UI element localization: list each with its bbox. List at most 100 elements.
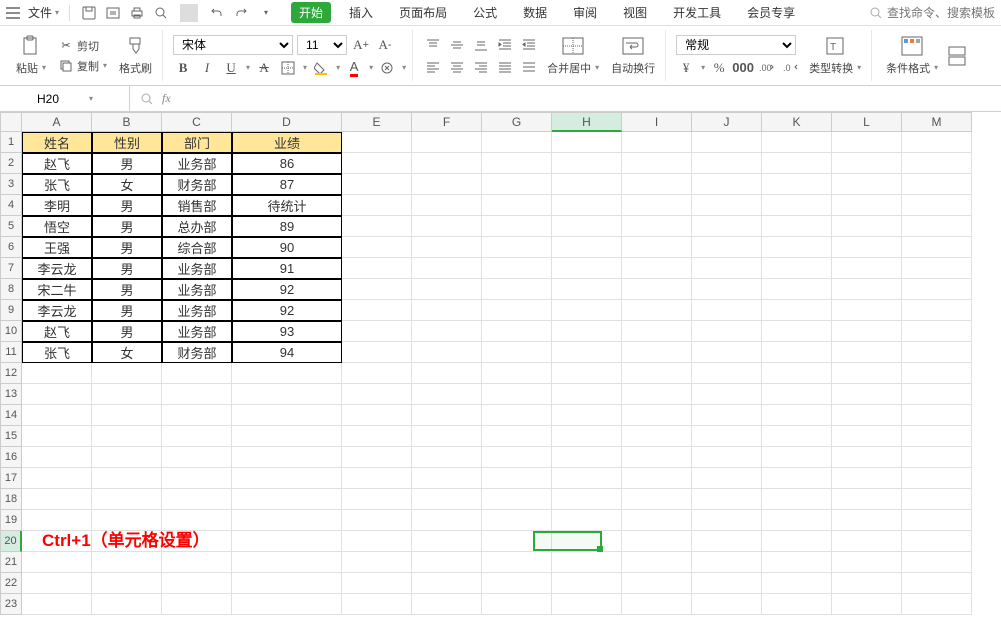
format-painter-button[interactable]: 格式刷 — [115, 59, 156, 77]
cell[interactable] — [622, 405, 692, 426]
cell[interactable] — [162, 468, 232, 489]
row-header[interactable]: 1 — [0, 132, 22, 153]
cell[interactable] — [692, 216, 762, 237]
font-color-button[interactable]: A — [344, 59, 364, 77]
cell[interactable] — [552, 258, 622, 279]
cell[interactable] — [692, 405, 762, 426]
cell[interactable] — [412, 447, 482, 468]
col-header-A[interactable]: A — [22, 112, 92, 132]
cell[interactable] — [552, 153, 622, 174]
cell[interactable] — [832, 447, 902, 468]
cell[interactable] — [412, 258, 482, 279]
cell[interactable] — [692, 552, 762, 573]
cell[interactable] — [762, 195, 832, 216]
cell[interactable] — [622, 258, 692, 279]
underline-button[interactable]: U — [221, 59, 241, 77]
cell[interactable] — [832, 258, 902, 279]
cell[interactable] — [412, 300, 482, 321]
tab-data[interactable]: 数据 — [515, 2, 555, 23]
cell[interactable]: 悟空 — [22, 216, 92, 237]
cell[interactable] — [232, 594, 342, 615]
cell-styles-icon[interactable] — [946, 45, 968, 67]
cell[interactable] — [552, 489, 622, 510]
tab-dev-tools[interactable]: 开发工具 — [665, 2, 729, 23]
cell[interactable] — [762, 342, 832, 363]
cell[interactable] — [622, 300, 692, 321]
cell[interactable] — [902, 342, 972, 363]
cell[interactable] — [692, 321, 762, 342]
row-header[interactable]: 14 — [0, 405, 22, 426]
cell[interactable] — [552, 468, 622, 489]
cell[interactable] — [692, 594, 762, 615]
col-header-I[interactable]: I — [622, 112, 692, 132]
cell[interactable] — [902, 405, 972, 426]
cell[interactable] — [902, 363, 972, 384]
cell[interactable] — [552, 552, 622, 573]
cell[interactable] — [622, 384, 692, 405]
row-header[interactable]: 13 — [0, 384, 22, 405]
cell[interactable] — [552, 195, 622, 216]
cell[interactable]: 90 — [232, 237, 342, 258]
row-header[interactable]: 5 — [0, 216, 22, 237]
cell[interactable] — [902, 153, 972, 174]
align-right-icon[interactable] — [471, 58, 491, 76]
cell[interactable] — [342, 195, 412, 216]
cell[interactable] — [762, 132, 832, 153]
cell[interactable]: 财务部 — [162, 174, 232, 195]
cell[interactable] — [692, 342, 762, 363]
cell[interactable]: 男 — [92, 216, 162, 237]
cell[interactable]: 男 — [92, 279, 162, 300]
cell[interactable] — [622, 531, 692, 552]
comma-icon[interactable]: 000 — [733, 59, 753, 77]
cell[interactable]: 待统计 — [232, 195, 342, 216]
cell[interactable] — [622, 447, 692, 468]
tab-insert[interactable]: 插入 — [341, 2, 381, 23]
row-header[interactable]: 8 — [0, 279, 22, 300]
row-header[interactable]: 22 — [0, 573, 22, 594]
align-top-icon[interactable] — [423, 36, 443, 54]
cell[interactable] — [622, 594, 692, 615]
cell[interactable] — [342, 489, 412, 510]
cell[interactable] — [92, 447, 162, 468]
cell[interactable] — [342, 531, 412, 552]
cell[interactable] — [412, 153, 482, 174]
cell[interactable] — [622, 552, 692, 573]
col-header-M[interactable]: M — [902, 112, 972, 132]
cell[interactable] — [412, 426, 482, 447]
copy-button[interactable]: 复制▾ — [54, 57, 111, 75]
cell[interactable] — [692, 153, 762, 174]
cell[interactable]: 女 — [92, 342, 162, 363]
hamburger-icon[interactable] — [4, 4, 22, 22]
tab-member[interactable]: 会员专享 — [739, 2, 803, 23]
row-header[interactable]: 21 — [0, 552, 22, 573]
cell[interactable] — [762, 573, 832, 594]
cell[interactable] — [482, 531, 552, 552]
cell[interactable] — [832, 384, 902, 405]
increase-decimal-icon[interactable]: .00 — [757, 59, 777, 77]
font-size-select[interactable]: 11 — [297, 35, 347, 55]
cell[interactable] — [622, 468, 692, 489]
cell[interactable] — [342, 279, 412, 300]
cell[interactable] — [412, 132, 482, 153]
name-box-input[interactable] — [8, 92, 88, 106]
cell[interactable] — [92, 405, 162, 426]
cell[interactable] — [902, 531, 972, 552]
bold-button[interactable]: B — [173, 59, 193, 77]
cell[interactable] — [22, 573, 92, 594]
cell[interactable] — [832, 531, 902, 552]
cell[interactable] — [162, 573, 232, 594]
cell[interactable] — [762, 468, 832, 489]
cell[interactable] — [232, 363, 342, 384]
cell[interactable]: 女 — [92, 174, 162, 195]
cell[interactable] — [552, 300, 622, 321]
cell[interactable] — [552, 342, 622, 363]
cell[interactable] — [232, 447, 342, 468]
increase-indent-icon[interactable] — [519, 36, 539, 54]
cell[interactable] — [342, 426, 412, 447]
cell[interactable] — [162, 594, 232, 615]
print-icon[interactable] — [128, 4, 146, 22]
cell[interactable]: 86 — [232, 153, 342, 174]
paste-icon[interactable] — [20, 35, 42, 57]
fill-color-button[interactable] — [311, 59, 331, 77]
cell[interactable] — [552, 447, 622, 468]
